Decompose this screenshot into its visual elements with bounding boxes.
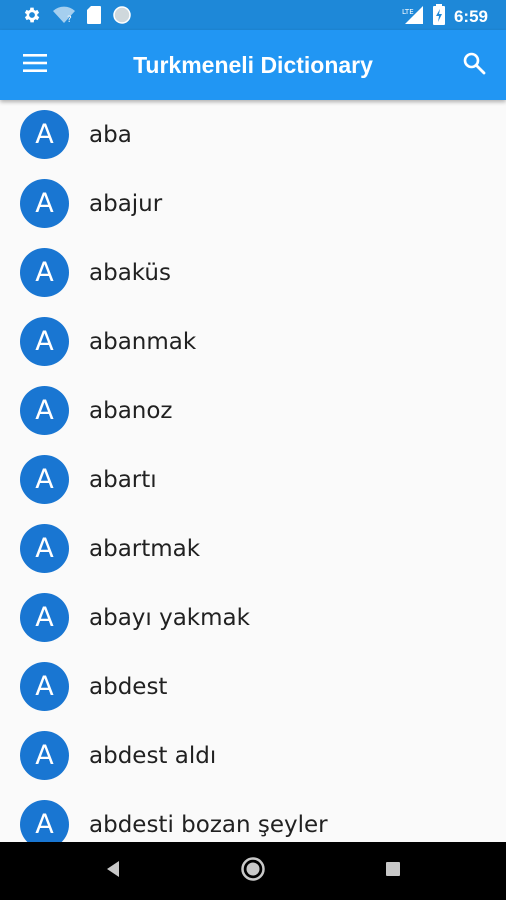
status-bar: ? LTE 6:59 (0, 0, 506, 30)
word-list-item[interactable]: A abdesti bozan şeyler (0, 790, 506, 842)
word-list-item[interactable]: A abaküs (0, 238, 506, 307)
app-bar: Turkmeneli Dictionary (0, 30, 506, 100)
word-list-item[interactable]: A abajur (0, 169, 506, 238)
word-label: abartmak (89, 535, 201, 562)
home-button[interactable] (238, 856, 268, 886)
recents-button[interactable] (378, 856, 408, 886)
svg-text:LTE: LTE (402, 8, 414, 16)
word-label: abanmak (89, 328, 197, 355)
circle-icon (112, 5, 132, 29)
status-right-icons: LTE 6:59 (402, 4, 488, 30)
word-avatar: A (20, 317, 69, 366)
lte-signal-icon: LTE (402, 5, 424, 29)
search-button[interactable] (456, 48, 492, 82)
word-label: abdest aldı (89, 742, 217, 769)
status-left-icons: ? (22, 5, 132, 29)
word-list[interactable]: A aba A abajur A abaküs A abanmak A aban… (0, 100, 506, 842)
word-label: abanoz (89, 397, 173, 424)
word-list-item[interactable]: A abdest (0, 652, 506, 721)
search-icon (462, 51, 486, 79)
recents-icon (385, 861, 401, 881)
word-label: abartı (89, 466, 157, 493)
app-title: Turkmeneli Dictionary (133, 52, 373, 78)
back-button[interactable] (98, 856, 128, 886)
word-avatar: A (20, 731, 69, 780)
word-list-item[interactable]: A abartı (0, 445, 506, 514)
word-label: abayı yakmak (89, 604, 250, 631)
word-label: abaküs (89, 259, 171, 286)
word-avatar: A (20, 800, 69, 842)
status-time: 6:59 (453, 7, 488, 26)
navigation-bar (0, 842, 506, 900)
word-avatar: A (20, 524, 69, 573)
word-avatar: A (20, 386, 69, 435)
word-avatar: A (20, 662, 69, 711)
word-list-item[interactable]: A abanoz (0, 376, 506, 445)
settings-icon (22, 5, 42, 29)
word-list-item[interactable]: A aba (0, 100, 506, 169)
hamburger-menu-icon (23, 54, 47, 76)
word-label: abdest (89, 673, 168, 700)
word-label: abajur (89, 190, 163, 217)
word-avatar: A (20, 179, 69, 228)
word-avatar: A (20, 110, 69, 159)
menu-button[interactable] (16, 48, 54, 82)
word-list-item[interactable]: A abartmak (0, 514, 506, 583)
word-list-item[interactable]: A abdest aldı (0, 721, 506, 790)
sd-card-icon (86, 5, 102, 29)
word-label: abdesti bozan şeyler (89, 811, 328, 838)
home-icon (240, 856, 266, 886)
wifi-question-icon: ? (52, 5, 76, 29)
word-list-item[interactable]: A abanmak (0, 307, 506, 376)
battery-charging-icon (432, 4, 446, 30)
word-avatar: A (20, 248, 69, 297)
back-icon (104, 860, 122, 882)
word-list-item[interactable]: A abayı yakmak (0, 583, 506, 652)
word-label: aba (89, 121, 132, 148)
svg-text:?: ? (67, 15, 72, 25)
word-avatar: A (20, 593, 69, 642)
word-avatar: A (20, 455, 69, 504)
